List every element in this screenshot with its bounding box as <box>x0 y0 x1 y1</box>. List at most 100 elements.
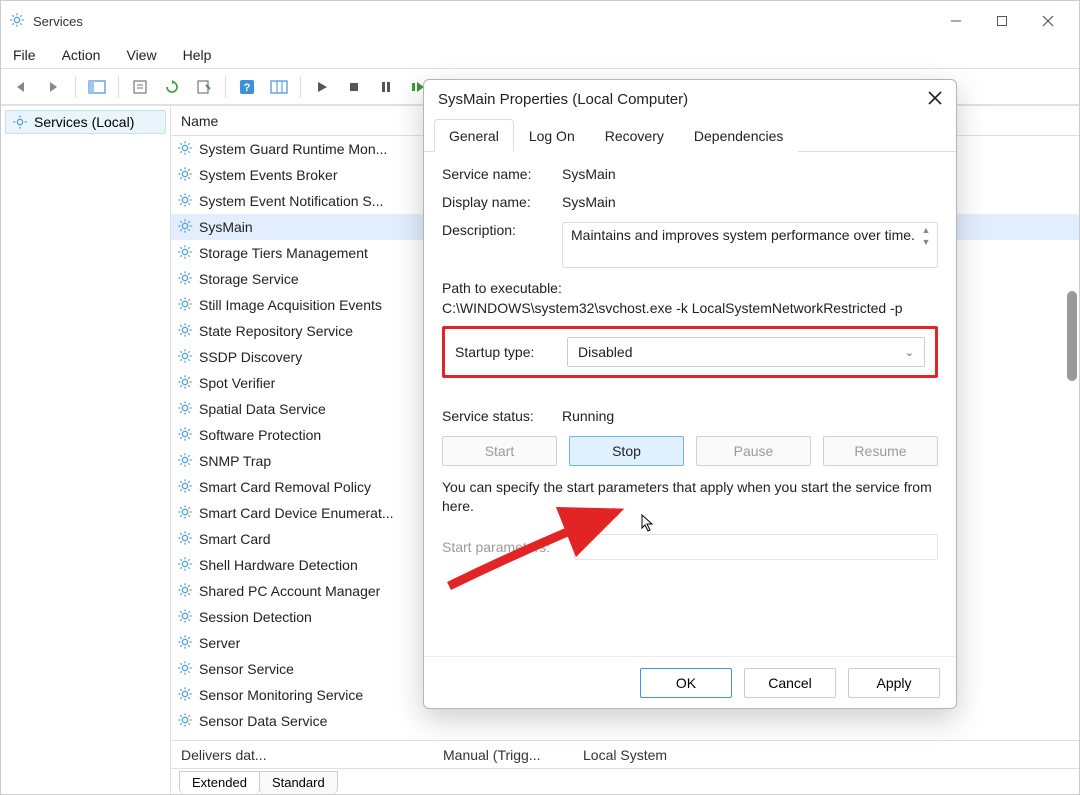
description-spinner[interactable]: ▲▼ <box>919 225 933 247</box>
label-path: Path to executable: <box>442 280 938 296</box>
maximize-button[interactable] <box>979 1 1025 41</box>
pause-service-icon[interactable] <box>373 74 399 100</box>
gear-icon <box>177 478 193 497</box>
apply-button[interactable]: Apply <box>848 668 940 698</box>
gear-icon <box>177 504 193 523</box>
label-service-status: Service status: <box>442 408 562 424</box>
list-item-label: System Event Notification S... <box>199 193 383 209</box>
tab-standard[interactable]: Standard <box>259 771 338 794</box>
tree-pane: Services (Local) <box>1 106 171 794</box>
help-icon[interactable]: ? <box>234 74 260 100</box>
gear-icon <box>12 114 28 130</box>
list-item-label: Sensor Service <box>199 661 294 677</box>
list-item-label: System Events Broker <box>199 167 338 183</box>
gear-icon <box>177 686 193 705</box>
label-description: Description: <box>442 222 562 238</box>
scrollbar-thumb[interactable] <box>1067 291 1077 381</box>
minimize-button[interactable] <box>933 1 979 41</box>
gear-icon <box>177 530 193 549</box>
refresh-icon[interactable] <box>159 74 185 100</box>
gear-icon <box>177 218 193 237</box>
menu-action[interactable]: Action <box>62 47 101 63</box>
chevron-down-icon: ⌄ <box>905 346 914 359</box>
dialog-close-button[interactable] <box>928 89 942 110</box>
forward-icon[interactable] <box>41 74 67 100</box>
stop-service-icon[interactable] <box>341 74 367 100</box>
list-item-label: SSDP Discovery <box>199 349 302 365</box>
gear-icon <box>177 634 193 653</box>
value-display-name: SysMain <box>562 194 938 210</box>
list-item-label: Sensor Data Service <box>199 713 327 729</box>
tab-recovery[interactable]: Recovery <box>590 119 679 152</box>
view-tabs: Extended Standard <box>171 768 1079 794</box>
startup-type-dropdown[interactable]: Disabled ⌄ <box>567 337 925 367</box>
list-item-label: Spot Verifier <box>199 375 275 391</box>
list-item-label: Spatial Data Service <box>199 401 326 417</box>
status-startup: Manual (Trigg... <box>443 747 583 763</box>
gear-icon <box>177 140 193 159</box>
gear-icon <box>177 348 193 367</box>
list-item-label: Server <box>199 635 240 651</box>
value-path: C:\WINDOWS\system32\svchost.exe -k Local… <box>442 300 938 316</box>
tab-general[interactable]: General <box>434 119 514 152</box>
tab-logon[interactable]: Log On <box>514 119 590 152</box>
list-item-label: Storage Service <box>199 271 299 287</box>
services-app-icon <box>9 12 27 30</box>
export-list-icon[interactable] <box>127 74 153 100</box>
start-params-input <box>574 534 938 560</box>
start-params-hint: You can specify the start parameters tha… <box>442 478 938 516</box>
value-description: Maintains and improves system performanc… <box>571 227 915 243</box>
list-item-label: Smart Card Removal Policy <box>199 479 371 495</box>
description-box[interactable]: Maintains and improves system performanc… <box>562 222 938 268</box>
close-button[interactable] <box>1025 1 1071 41</box>
gear-icon <box>177 322 193 341</box>
window-title: Services <box>33 14 83 29</box>
gear-icon <box>177 452 193 471</box>
ok-button[interactable]: OK <box>640 668 732 698</box>
gear-icon <box>177 374 193 393</box>
svg-text:?: ? <box>244 82 251 94</box>
stop-button[interactable]: Stop <box>569 436 684 466</box>
cancel-button[interactable]: Cancel <box>744 668 836 698</box>
tab-extended[interactable]: Extended <box>179 771 260 794</box>
menu-file[interactable]: File <box>13 47 36 63</box>
services-window: Services File Action View Help ? <box>0 0 1080 795</box>
gear-icon <box>177 192 193 211</box>
menubar: File Action View Help <box>1 41 1079 69</box>
list-item-label: Session Detection <box>199 609 312 625</box>
tree-item-label: Services (Local) <box>34 114 134 130</box>
gear-icon <box>177 582 193 601</box>
list-item-label: SNMP Trap <box>199 453 271 469</box>
list-item-label: Smart Card Device Enumerat... <box>199 505 394 521</box>
gear-icon <box>177 296 193 315</box>
list-item-label: SysMain <box>199 219 253 235</box>
dialog-tabs: General Log On Recovery Dependencies <box>424 118 956 152</box>
dialog-titlebar: SysMain Properties (Local Computer) <box>424 80 956 118</box>
menu-help[interactable]: Help <box>183 47 212 63</box>
start-service-icon[interactable] <box>309 74 335 100</box>
tab-dependencies[interactable]: Dependencies <box>679 119 799 152</box>
scrollbar[interactable] <box>1065 121 1077 744</box>
list-item[interactable]: Sensor Data Service <box>171 708 1079 734</box>
menu-view[interactable]: View <box>126 47 156 63</box>
list-item-label: Shell Hardware Detection <box>199 557 358 573</box>
properties-icon[interactable] <box>191 74 217 100</box>
label-display-name: Display name: <box>442 194 562 210</box>
gear-icon <box>177 426 193 445</box>
columns-icon[interactable] <box>266 74 292 100</box>
status-description: Delivers dat... <box>181 747 443 763</box>
resume-button: Resume <box>823 436 938 466</box>
gear-icon <box>177 270 193 289</box>
gear-icon <box>177 608 193 627</box>
value-service-name: SysMain <box>562 166 938 182</box>
list-item-label: Storage Tiers Management <box>199 245 368 261</box>
gear-icon <box>177 166 193 185</box>
tree-item-services-local[interactable]: Services (Local) <box>5 110 166 134</box>
list-item-label: Smart Card <box>199 531 271 547</box>
dialog-title: SysMain Properties (Local Computer) <box>438 91 688 108</box>
value-service-status: Running <box>562 408 938 424</box>
startup-type-value: Disabled <box>578 344 632 360</box>
back-icon[interactable] <box>9 74 35 100</box>
gear-icon <box>177 244 193 263</box>
show-hide-tree-icon[interactable] <box>84 74 110 100</box>
